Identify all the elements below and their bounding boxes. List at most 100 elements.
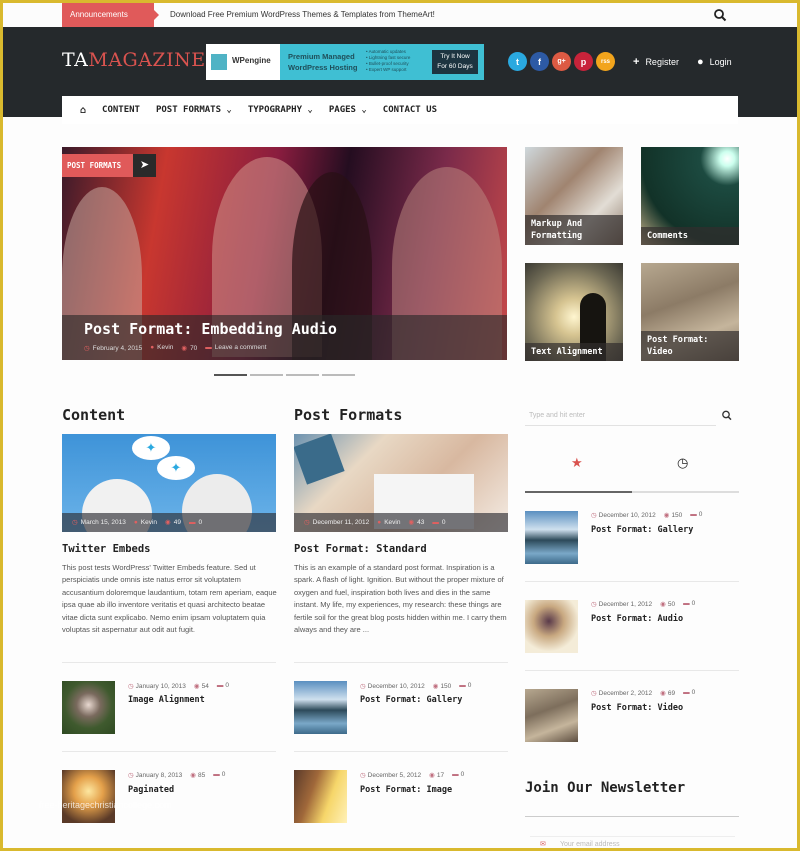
post-title[interactable]: Post Format: Standard	[294, 543, 427, 555]
twitter-bird-icon: ✦	[132, 436, 170, 460]
tile-comments[interactable]: Comments	[641, 147, 739, 245]
hero-author[interactable]: ● Kevin	[150, 344, 173, 352]
comments-icon: ▬	[683, 600, 690, 607]
tile-post-format-video[interactable]: Post Format: Video	[641, 263, 739, 361]
post-thumbnail[interactable]	[62, 770, 115, 823]
post-views: 49	[173, 519, 181, 526]
section-title-content[interactable]: Content	[62, 406, 125, 424]
divider	[525, 670, 739, 671]
hero-comments[interactable]: ▬ Leave a comment	[205, 344, 266, 352]
divider	[525, 581, 739, 582]
news-ticker[interactable]: Download Free Premium WordPress Themes &…	[170, 3, 435, 27]
post-date: December 10, 2012	[598, 512, 656, 519]
nav-item-contact-us[interactable]: CONTACT US	[383, 105, 437, 115]
eye-icon: ◉	[432, 683, 439, 690]
rss-icon[interactable]: rss	[596, 52, 615, 71]
comments-icon: ▬	[459, 682, 466, 689]
hero-category-tag[interactable]: POST FORMATS	[62, 154, 133, 177]
nav-item-pages[interactable]: PAGES ⌄	[329, 105, 367, 115]
post-thumbnail[interactable]	[525, 689, 578, 742]
clock-icon: ◷	[304, 519, 310, 526]
post-title[interactable]: Post Format: Gallery	[360, 695, 462, 705]
post-comments[interactable]: 0	[222, 771, 226, 778]
post-thumbnail[interactable]	[294, 681, 347, 734]
clock-icon: ◷	[591, 601, 597, 608]
post-title[interactable]: Paginated	[128, 785, 174, 795]
search-icon[interactable]	[716, 405, 738, 426]
post-title[interactable]: Post Format: Gallery	[591, 525, 693, 535]
facebook-icon[interactable]: f	[530, 52, 549, 71]
slider-dot[interactable]	[322, 374, 355, 376]
pinterest-icon[interactable]: p	[574, 52, 593, 71]
tile-text-alignment[interactable]: Text Alignment	[525, 263, 623, 361]
post-date: December 2, 2012	[598, 690, 653, 697]
post-date: December 5, 2012	[367, 772, 422, 779]
post-title[interactable]: Post Format: Audio	[591, 614, 683, 624]
post-views: 85	[197, 772, 206, 779]
post-thumbnail[interactable]	[525, 600, 578, 653]
featured-image-twitter-embeds[interactable]: ✦ ✦ ◷ March 15, 2013 ● Kevin ◉ 49 ▬ 0	[62, 434, 276, 532]
google-plus-icon[interactable]: g+	[552, 52, 571, 71]
home-icon[interactable]: ⌂	[80, 105, 86, 116]
login-link[interactable]: ● Login	[697, 56, 732, 68]
post-author[interactable]: Kevin	[141, 519, 157, 526]
section-title-post-formats[interactable]: Post Formats	[294, 406, 402, 424]
newsletter-email-input[interactable]: ✉ Your email address	[530, 836, 735, 848]
post-comments[interactable]: 0	[699, 511, 703, 518]
divider	[525, 816, 739, 817]
hero-meta: ◷ February 4, 2015 ● Kevin ◉ 70 ▬ Leave a co…	[84, 344, 266, 352]
clock-icon: ◷	[677, 455, 689, 470]
watermark: free-heritagechristiancollege.com	[39, 800, 172, 810]
post-views: 69	[667, 690, 676, 697]
slider-dot[interactable]	[214, 374, 247, 376]
site-logo[interactable]: TAMAGAZINE	[62, 49, 206, 71]
eye-icon: ◉	[663, 512, 670, 519]
slider-dot[interactable]	[250, 374, 283, 376]
twitter-icon[interactable]: t	[508, 52, 527, 71]
search-icon[interactable]	[713, 8, 727, 22]
post-comments[interactable]: 0	[692, 689, 696, 696]
tile-markup-and-formatting[interactable]: Markup And Formatting	[525, 147, 623, 245]
post-title[interactable]: Post Format: Video	[591, 703, 683, 713]
comments-icon: ▬	[690, 511, 697, 518]
nav-item-post-formats[interactable]: POST FORMATS ⌄	[156, 105, 232, 115]
post-comments[interactable]: 0	[468, 682, 472, 689]
featured-image-standard[interactable]: ◷ December 11, 2012 ● Kevin ◉ 43 ▬ 0	[294, 434, 508, 532]
hero-title[interactable]: Post Format: Embedding Audio	[84, 320, 337, 338]
post-views: 17	[436, 772, 445, 779]
post-views: 54	[201, 683, 209, 690]
post-meta: ◷ December 2, 2012 ◉ 69 ▬ 0	[591, 689, 695, 697]
post-comments[interactable]: 0	[692, 600, 696, 607]
post-comments[interactable]: 0	[461, 771, 465, 778]
divider	[294, 751, 508, 752]
eye-icon: ◉	[660, 690, 666, 697]
ad-headline-line1: Premium Managed	[288, 52, 355, 61]
nav-item-content[interactable]: CONTENT	[102, 105, 140, 115]
login-label: Login	[709, 57, 732, 67]
hero-date: ◷ February 4, 2015	[84, 345, 143, 352]
tile-title: Text Alignment	[525, 343, 623, 361]
post-thumbnail[interactable]	[525, 511, 578, 564]
slider-dot[interactable]	[286, 374, 319, 376]
notebook-figure	[294, 434, 345, 485]
post-comments[interactable]: 0	[198, 519, 202, 526]
post-title[interactable]: Twitter Embeds	[62, 543, 151, 555]
ad-cta-button[interactable]: Try It Now For 60 Days	[432, 50, 478, 74]
post-comments[interactable]: 0	[225, 682, 229, 689]
tab-recent[interactable]: ◷	[677, 455, 688, 471]
post-title[interactable]: Image Alignment	[128, 695, 205, 705]
register-link[interactable]: + Register	[633, 56, 679, 68]
tab-popular[interactable]: ★	[571, 455, 583, 471]
sidebar-search-input[interactable]: Type and hit enter	[525, 405, 716, 426]
hero-slide[interactable]: POST FORMATS ➤ Post Format: Embedding Au…	[62, 147, 507, 360]
wpengine-ad-banner[interactable]: WPengine Premium Managed WordPress Hosti…	[206, 44, 484, 80]
tile-title: Markup And Formatting	[525, 215, 623, 245]
post-date: December 1, 2012	[598, 601, 653, 608]
post-comments[interactable]: 0	[442, 519, 446, 526]
post-author[interactable]: Kevin	[384, 519, 400, 526]
post-thumbnail[interactable]	[62, 681, 115, 734]
post-title[interactable]: Post Format: Image	[360, 785, 452, 795]
clock-icon: ◷	[591, 512, 597, 519]
nav-item-typography[interactable]: TYPOGRAPHY ⌄	[248, 105, 313, 115]
post-thumbnail[interactable]	[294, 770, 347, 823]
